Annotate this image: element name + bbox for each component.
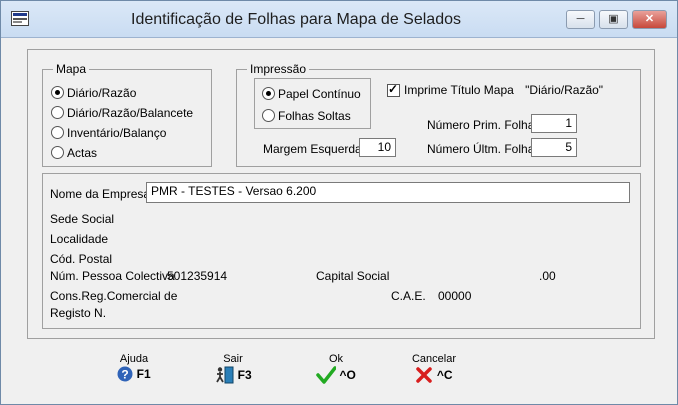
mapa-option-diario-razao[interactable]: Diário/Razão	[51, 84, 136, 100]
sair-key: F3	[237, 368, 252, 382]
impressao-legend: Impressão	[247, 62, 310, 76]
cae-label: C.A.E.	[391, 289, 426, 303]
radio-selected-icon[interactable]	[51, 86, 64, 100]
cancelar-caption: Cancelar	[411, 353, 457, 365]
cons-reg-label: Cons.Reg.Comercial de	[50, 289, 178, 303]
capital-label: Capital Social	[316, 269, 390, 283]
ajuda-key: F1	[136, 367, 151, 381]
ultm-folha-input[interactable]: 5	[531, 138, 577, 157]
cancel-x-icon	[416, 367, 433, 383]
nome-empresa-label: Nome da Empresa :	[50, 187, 157, 201]
cae-value: 00000	[438, 289, 472, 303]
folhas-soltas-option[interactable]: Folhas Soltas	[262, 107, 351, 123]
papel-continuo-option[interactable]: Papel Contínuo	[262, 85, 361, 101]
registo-label: Registo N.	[50, 306, 107, 320]
window-title: Identificação de Folhas para Mapa de Sel…	[131, 11, 461, 28]
ultm-folha-label: Número Últm. Folha :	[427, 142, 542, 156]
dialog-window: Identificação de Folhas para Mapa de Sel…	[0, 0, 678, 405]
imprime-titulo-checkbox[interactable]: Imprime Título Mapa "Diário/Razão"	[387, 82, 604, 98]
nome-empresa-input[interactable]: PMR - TESTES - Versao 6.200	[146, 182, 630, 203]
title-bar: Identificação de Folhas para Mapa de Sel…	[1, 1, 677, 38]
ajuda-button[interactable]: Ajuda ? F1	[99, 353, 169, 387]
cancelar-button[interactable]: Cancelar ^C	[399, 353, 469, 387]
capital-value: .00	[539, 269, 556, 283]
sede-label: Sede Social	[50, 212, 115, 226]
papel-subgroup: Papel Contínuo Folhas Soltas	[254, 78, 371, 129]
exit-door-icon	[216, 366, 234, 384]
mapa-option-label: Diário/Razão	[67, 85, 137, 100]
ok-button[interactable]: Ok ^O	[301, 353, 371, 387]
margem-input[interactable]: 10	[359, 138, 396, 157]
margem-label: Margem Esquerda :	[263, 142, 369, 156]
minimize-button[interactable]: ─	[566, 10, 595, 29]
minimize-icon: ─	[576, 13, 585, 25]
mapa-option-label: Actas	[67, 145, 98, 160]
help-icon: ?	[117, 366, 133, 382]
checkbox-checked-icon[interactable]	[387, 82, 400, 98]
localidade-label: Localidade	[50, 232, 109, 246]
imprime-titulo-value: "Diário/Razão"	[525, 83, 604, 97]
radio-icon[interactable]	[51, 146, 64, 160]
ok-key: ^O	[339, 368, 356, 382]
mapa-option-actas[interactable]: Actas	[51, 144, 97, 160]
ajuda-caption: Ajuda	[119, 353, 149, 365]
close-button[interactable]: ✕	[632, 10, 667, 29]
close-icon: ✕	[644, 13, 655, 25]
prim-folha-input[interactable]: 1	[531, 114, 577, 133]
sair-caption: Sair	[223, 353, 243, 365]
ok-caption: Ok	[328, 353, 344, 365]
mapa-option-inventario[interactable]: Inventário/Balanço	[51, 124, 166, 140]
radio-icon[interactable]	[262, 109, 275, 123]
pessoa-colectiva-label: Núm. Pessoa Colectiva	[50, 269, 175, 283]
prim-folha-label: Número Prim. Folha :	[427, 118, 542, 132]
radio-selected-icon[interactable]	[262, 87, 275, 101]
mapa-option-label: Inventário/Balanço	[67, 125, 167, 140]
papel-option-label: Papel Contínuo	[278, 86, 361, 101]
radio-icon[interactable]	[51, 126, 64, 140]
checkmark-icon	[316, 366, 337, 384]
cod-postal-label: Cód. Postal	[50, 252, 113, 266]
mapa-option-balancete[interactable]: Diário/Razão/Balancete	[51, 104, 193, 120]
radio-icon[interactable]	[51, 106, 64, 120]
sair-button[interactable]: Sair F3	[198, 353, 268, 387]
mapa-option-label: Diário/Razão/Balancete	[67, 105, 194, 120]
maximize-button[interactable]: ▣	[599, 10, 628, 29]
pessoa-colectiva-value: 501235914	[167, 269, 228, 283]
cancelar-key: ^C	[436, 368, 453, 382]
mapa-group: Mapa Diário/Razão Diário/Razão/Balancete…	[42, 62, 212, 167]
imprime-titulo-label: Imprime Título Mapa	[404, 83, 514, 97]
papel-option-label: Folhas Soltas	[278, 108, 351, 123]
svg-text:?: ?	[122, 368, 129, 382]
restore-icon: ▣	[608, 13, 619, 25]
mapa-legend: Mapa	[53, 62, 90, 76]
